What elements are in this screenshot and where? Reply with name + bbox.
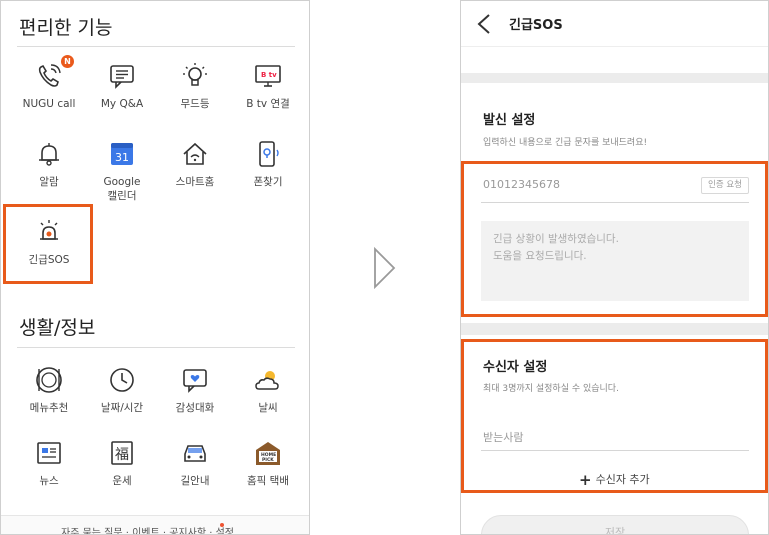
section-title-convenience: 편리한 기능 [19, 17, 113, 39]
calendar-icon: 31 [107, 139, 137, 169]
feature-label: 알람 [39, 176, 59, 188]
new-badge: N [61, 55, 74, 68]
feature-news[interactable]: 뉴스 [12, 438, 86, 488]
feature-label: 폰찾기 [253, 176, 283, 188]
phone-find-icon [253, 139, 283, 169]
feature-smart-home[interactable]: 스마트홈 [158, 139, 232, 189]
bell-icon [34, 139, 64, 169]
chevron-right-icon [372, 246, 398, 294]
clock-icon [107, 365, 137, 395]
highlight-box-sos [3, 204, 93, 284]
fortune-char: 福 [115, 447, 129, 463]
feature-label: 뉴스 [39, 475, 59, 487]
car-icon [180, 438, 210, 468]
feature-mood-light[interactable]: 무드등 [158, 61, 232, 111]
feature-weather[interactable]: 날씨 [231, 365, 305, 415]
fortune-icon: 福 [107, 438, 137, 468]
section-title-life-info: 생활/정보 [19, 317, 96, 339]
smart-home-icon [180, 139, 210, 169]
feature-label: NUGU call [22, 98, 76, 110]
feature-menu-recommend[interactable]: 메뉴추천 [12, 365, 86, 415]
divider [17, 46, 295, 47]
feature-alarm[interactable]: 알람 [12, 139, 86, 189]
feature-fortune[interactable]: 福 운세 [85, 438, 159, 488]
sender-settings-title: 발신 설정 [483, 113, 536, 128]
calendar-number: 31 [115, 151, 129, 164]
feature-label: 스마트홈 [175, 176, 215, 188]
lightbulb-icon [180, 61, 210, 91]
feature-label: 홈픽 택배 [247, 475, 289, 487]
highlight-box-sender [461, 161, 768, 317]
svg-text:PICK: PICK [262, 457, 274, 463]
save-button[interactable]: 저장 [481, 515, 749, 534]
feature-label: Google 캘린더 [103, 176, 141, 202]
feature-label: 길안내 [180, 475, 210, 487]
feature-label: 무드등 [180, 98, 210, 110]
news-icon [34, 438, 64, 468]
feature-homepick[interactable]: HOME PICK 홈픽 택배 [231, 438, 305, 488]
feature-label: My Q&A [100, 98, 144, 110]
feature-directions[interactable]: 길안내 [158, 438, 232, 488]
feature-find-phone[interactable]: 폰찾기 [231, 139, 305, 189]
section-separator [461, 73, 768, 83]
feature-label: 감성대화 [175, 402, 215, 414]
feature-label: 운세 [112, 475, 132, 487]
plate-icon [34, 365, 64, 395]
tv-badge-text: B tv [261, 71, 277, 79]
feature-btv-connect[interactable]: B tv B tv 연결 [231, 61, 305, 111]
feature-label: 날짜/시간 [100, 402, 144, 414]
feature-my-qa[interactable]: My Q&A [85, 61, 159, 111]
app-header: 긴급SOS [461, 1, 768, 47]
features-screen: 편리한 기능 N NUGU call My Q&A 무드등 B tv B tv … [0, 0, 310, 535]
feature-nugu-call[interactable]: N NUGU call [12, 55, 86, 111]
homepick-icon: HOME PICK [253, 438, 283, 468]
heart-chat-icon [180, 365, 210, 395]
sender-settings-desc: 입력하신 내용으로 긴급 문자를 보내드려요! [483, 138, 648, 148]
phone-call-icon: N [34, 55, 74, 91]
emergency-sos-screen: 긴급SOS 발신 설정 입력하신 내용으로 긴급 문자를 보내드려요! 0101… [460, 0, 769, 535]
feature-date-time[interactable]: 날짜/시간 [85, 365, 159, 415]
chat-list-icon [107, 61, 137, 91]
feature-label: 날씨 [258, 402, 278, 414]
page-title: 긴급SOS [509, 18, 563, 33]
footer-links[interactable]: 자주 묻는 질문 · 이벤트 · 공지사항 · 설정 [1, 515, 309, 534]
notification-dot [220, 523, 224, 527]
weather-icon [253, 365, 283, 395]
feature-google-calendar[interactable]: 31 Google 캘린더 [85, 139, 159, 203]
feature-emotional-chat[interactable]: 감성대화 [158, 365, 232, 415]
tv-icon: B tv [253, 61, 283, 91]
divider [17, 347, 295, 348]
highlight-box-recipient [461, 339, 768, 493]
back-arrow-icon[interactable] [475, 13, 493, 35]
feature-label: B tv 연결 [246, 98, 290, 110]
feature-label: 메뉴추천 [29, 402, 69, 414]
section-separator [461, 323, 768, 335]
